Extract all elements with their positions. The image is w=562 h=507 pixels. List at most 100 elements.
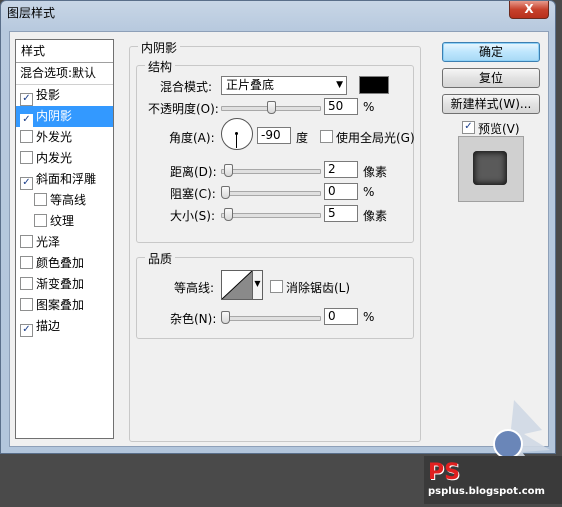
shadow-color-swatch[interactable] bbox=[359, 76, 389, 94]
blend-mode-select[interactable]: 正片叠底 ▼ bbox=[221, 76, 347, 95]
chevron-down-icon: ▼ bbox=[336, 80, 343, 90]
new-style-button[interactable]: 新建样式(W)... bbox=[442, 94, 540, 114]
quality-group: 品质 等高线: ▼ 消除锯齿(L) 杂色(N): 0 % bbox=[136, 250, 414, 339]
dialog-client: 样式 混合选项:默认 ✓ 投影 ✓ 内阴影 外发光 内发光 ✓ 斜面和浮雕 等高线 纹理 光泽 颜色叠… bbox=[9, 31, 549, 447]
size-input[interactable]: 5 bbox=[324, 205, 358, 222]
contour-picker[interactable] bbox=[221, 270, 253, 300]
style-item-label: 内发光 bbox=[36, 151, 73, 165]
choke-input[interactable]: 0 bbox=[324, 183, 358, 200]
angle-unit: 度 bbox=[296, 131, 309, 145]
style-item[interactable]: 等高线 bbox=[16, 190, 113, 211]
style-item-checkbox[interactable]: ✓ bbox=[20, 324, 33, 337]
antialias-checkbox[interactable] bbox=[270, 280, 283, 293]
style-item-checkbox[interactable] bbox=[20, 298, 33, 311]
noise-percent: % bbox=[363, 310, 375, 324]
style-item-label: 图案叠加 bbox=[36, 298, 85, 312]
reset-button[interactable]: 复位 bbox=[442, 68, 540, 88]
opacity-slider-thumb[interactable] bbox=[266, 101, 276, 114]
style-item-label: 斜面和浮雕 bbox=[36, 172, 97, 186]
style-item-checkbox[interactable] bbox=[34, 214, 47, 227]
preview-checkbox[interactable]: ✓ bbox=[462, 121, 475, 134]
size-slider-thumb[interactable] bbox=[223, 208, 233, 221]
antialias-label: 消除锯齿(L) bbox=[286, 281, 351, 295]
watermark-ps-text: PS bbox=[428, 460, 460, 485]
size-label: 大小(S): bbox=[170, 209, 216, 223]
size-unit: 像素 bbox=[363, 209, 388, 223]
contour-dropdown-button[interactable]: ▼ bbox=[252, 270, 263, 300]
angle-dial-needle bbox=[236, 134, 237, 148]
preview-swatch bbox=[473, 151, 507, 185]
style-item-checkbox[interactable] bbox=[20, 151, 33, 164]
style-item[interactable]: 渐变叠加 bbox=[16, 274, 113, 295]
noise-slider-thumb[interactable] bbox=[221, 311, 230, 324]
angle-input[interactable]: -90 bbox=[257, 127, 291, 144]
style-item[interactable]: 内发光 bbox=[16, 148, 113, 169]
style-item-checkbox[interactable] bbox=[20, 256, 33, 269]
style-item-label: 光泽 bbox=[36, 235, 61, 249]
close-button[interactable]: X bbox=[509, 1, 549, 19]
style-item-label: 外发光 bbox=[36, 130, 73, 144]
style-item-checkbox[interactable] bbox=[34, 193, 47, 206]
style-item[interactable]: 外发光 bbox=[16, 127, 113, 148]
size-slider-track[interactable] bbox=[221, 213, 321, 218]
dialog-window: 图层样式 X 样式 混合选项:默认 ✓ 投影 ✓ 内阴影 外发光 内发光 ✓ 斜面和浮雕 等高线… bbox=[0, 0, 556, 454]
distance-slider-track[interactable] bbox=[221, 169, 321, 174]
style-item-checkbox[interactable]: ✓ bbox=[20, 114, 33, 127]
style-item[interactable]: 纹理 bbox=[16, 211, 113, 232]
style-item-checkbox[interactable] bbox=[20, 130, 33, 143]
choke-slider-track[interactable] bbox=[221, 191, 321, 196]
style-item[interactable]: ✓ 斜面和浮雕 bbox=[16, 169, 113, 190]
title-bar[interactable]: 图层样式 X bbox=[1, 1, 555, 29]
global-light-checkbox[interactable] bbox=[320, 130, 333, 143]
choke-slider-thumb[interactable] bbox=[221, 186, 230, 199]
style-preview bbox=[458, 136, 524, 202]
blend-mode-value: 正片叠底 bbox=[226, 78, 275, 92]
style-item-label: 颜色叠加 bbox=[36, 256, 85, 270]
distance-slider-thumb[interactable] bbox=[223, 164, 233, 177]
inner-shadow-group: 内阴影 结构 混合模式: 正片叠底 ▼ 不透明度(O): 50 % 角度(A): bbox=[129, 39, 421, 442]
style-item-checkbox[interactable]: ✓ bbox=[20, 93, 33, 106]
contour-label: 等高线: bbox=[174, 281, 215, 295]
choke-percent: % bbox=[363, 185, 375, 199]
style-item[interactable]: ✓ 投影 bbox=[16, 85, 113, 106]
distance-input[interactable]: 2 bbox=[324, 161, 358, 178]
angle-dial[interactable] bbox=[221, 118, 253, 150]
noise-label: 杂色(N): bbox=[170, 312, 217, 326]
style-item[interactable]: ✓ 内阴影 bbox=[16, 106, 113, 127]
inner-shadow-title: 内阴影 bbox=[138, 39, 181, 56]
blend-mode-label: 混合模式: bbox=[160, 80, 213, 94]
watermark-logo: PS psplus.blogspot.com bbox=[424, 400, 562, 504]
style-item-label: 等高线 bbox=[50, 193, 87, 207]
style-item-checkbox[interactable] bbox=[20, 277, 33, 290]
quality-title: 品质 bbox=[145, 250, 176, 267]
watermark-url-text: psplus.blogspot.com bbox=[428, 486, 545, 497]
noise-input[interactable]: 0 bbox=[324, 308, 358, 325]
opacity-input[interactable]: 50 bbox=[324, 98, 358, 115]
ok-button[interactable]: 确定 bbox=[442, 42, 540, 62]
style-item-checkbox[interactable]: ✓ bbox=[20, 177, 33, 190]
noise-slider-track[interactable] bbox=[221, 316, 321, 321]
opacity-percent: % bbox=[363, 100, 375, 114]
style-item-label: 纹理 bbox=[50, 214, 75, 228]
style-item[interactable]: 图案叠加 bbox=[16, 295, 113, 316]
chevron-down-icon: ▼ bbox=[254, 279, 261, 288]
blend-options-item[interactable]: 混合选项:默认 bbox=[16, 63, 113, 85]
styles-list: 样式 混合选项:默认 ✓ 投影 ✓ 内阴影 外发光 内发光 ✓ 斜面和浮雕 等高线 纹理 光泽 颜色叠… bbox=[15, 39, 114, 439]
opacity-label: 不透明度(O): bbox=[148, 102, 219, 116]
style-item-checkbox[interactable] bbox=[20, 235, 33, 248]
angle-label: 角度(A): bbox=[169, 131, 215, 145]
style-item-label: 内阴影 bbox=[36, 109, 73, 123]
distance-label: 距离(D): bbox=[170, 165, 217, 179]
distance-unit: 像素 bbox=[363, 165, 388, 179]
style-item-label: 渐变叠加 bbox=[36, 277, 85, 291]
global-light-label: 使用全局光(G) bbox=[336, 131, 415, 145]
structure-title: 结构 bbox=[145, 58, 176, 75]
styles-header[interactable]: 样式 bbox=[16, 40, 113, 63]
style-item[interactable]: ✓ 描边 bbox=[16, 316, 113, 337]
style-item[interactable]: 颜色叠加 bbox=[16, 253, 113, 274]
preview-label: 预览(V) bbox=[478, 122, 520, 136]
structure-group: 结构 混合模式: 正片叠底 ▼ 不透明度(O): 50 % 角度(A): -90 bbox=[136, 58, 415, 243]
style-item[interactable]: 光泽 bbox=[16, 232, 113, 253]
style-item-label: 描边 bbox=[36, 319, 61, 333]
contour-curve-icon bbox=[222, 271, 252, 299]
